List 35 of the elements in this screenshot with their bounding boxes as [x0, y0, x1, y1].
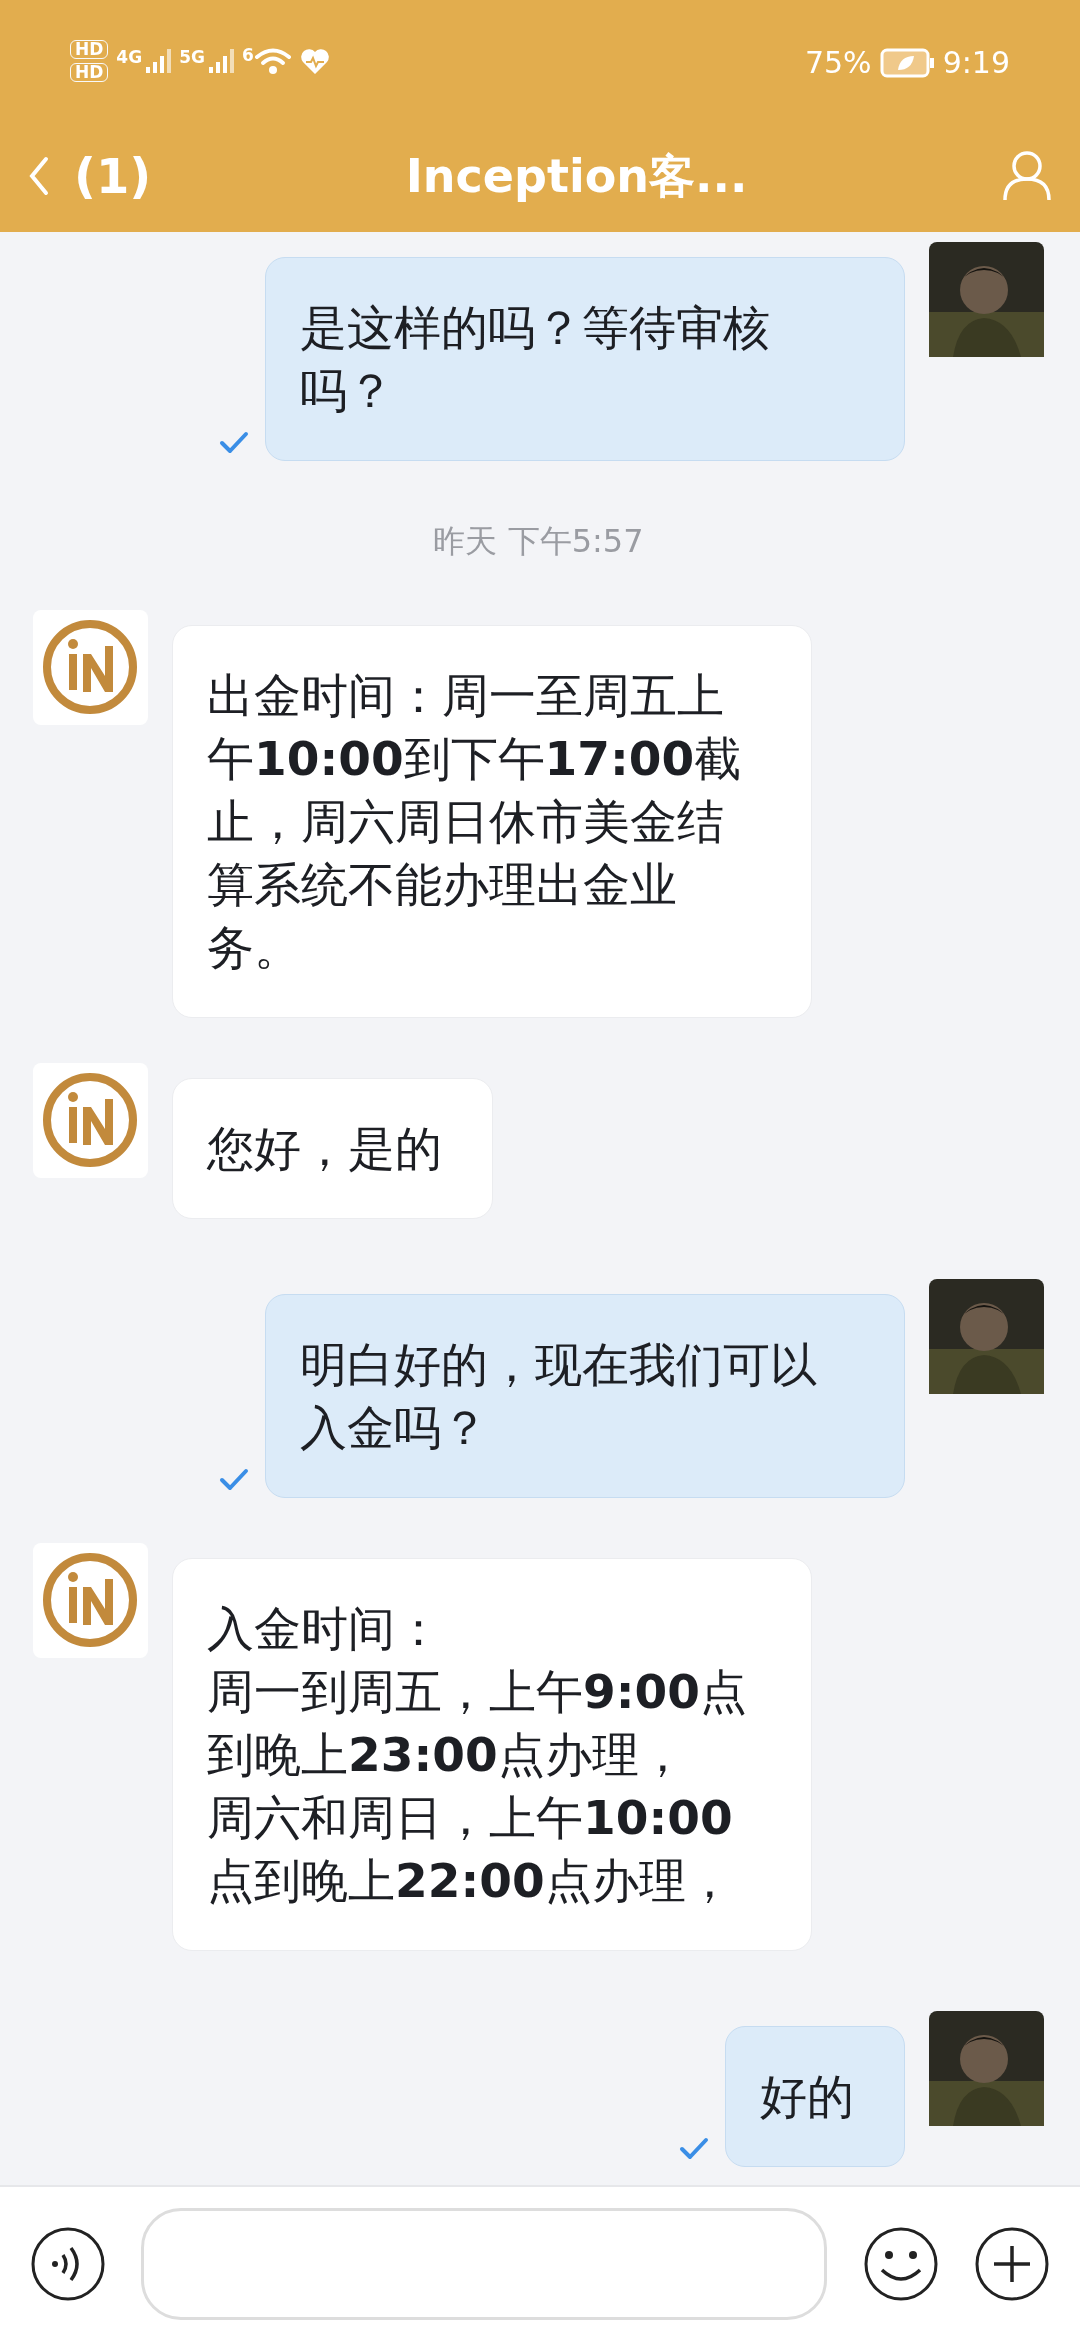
logo-icon: [33, 1543, 148, 1658]
emoji-button[interactable]: [862, 2225, 939, 2302]
message-bubble: 您好，是的: [172, 1078, 493, 1219]
message-line: 入金时间：: [207, 1600, 443, 1658]
network-label: 4G: [116, 49, 143, 66]
message-bubble: 是这样的吗？等待审核吗？: [265, 257, 905, 461]
message-bubble: 出金时间：周一至周五上午10:00到下午17:00截止，周六周日休市美金结算系统不能办理出金业务。: [172, 625, 812, 1018]
wifi-icon: [253, 47, 292, 75]
heart-icon: [299, 47, 330, 75]
back-button[interactable]: (1): [28, 140, 152, 212]
avatar-icon: [929, 1279, 1044, 1394]
message-input[interactable]: [141, 2207, 828, 2320]
sim-label: HD: [70, 40, 109, 59]
logo-icon: [33, 1063, 148, 1178]
logo-icon: [33, 610, 148, 725]
clock: 9:19: [942, 44, 1010, 82]
battery-icon: [879, 47, 935, 78]
battery-percent: 75%: [804, 44, 872, 82]
network-label: 5G: [179, 49, 205, 66]
message-bubble: 明白好的，现在我们可以入金吗？: [265, 1294, 905, 1498]
message-line: 周一到周五，上午9:00点到晚上23:00点办理，: [207, 1663, 748, 1784]
wifi-label: 6: [241, 47, 254, 64]
timestamp: 昨天 下午5:57: [433, 521, 644, 562]
sim-label: HD: [70, 63, 109, 82]
add-button[interactable]: [974, 2225, 1050, 2302]
avatar-icon: [929, 2011, 1044, 2126]
signal-icon: [146, 49, 172, 73]
message-bubble: 好的: [725, 2026, 905, 2167]
signal-icon: [208, 49, 234, 73]
chevron-icon: [28, 155, 50, 197]
message-line: 周六和周日，上午10:00点到晚上22:00点办理，: [207, 1789, 734, 1910]
person-icon: [1002, 150, 1052, 202]
voice-button[interactable]: [30, 2225, 106, 2302]
chat-title: Inception客...: [405, 147, 748, 205]
avatar-icon: [929, 242, 1044, 357]
